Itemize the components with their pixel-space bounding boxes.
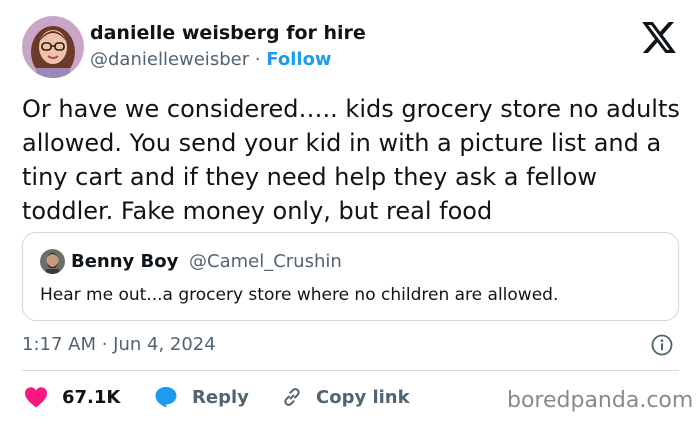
author-avatar-image [22, 16, 84, 78]
author-handle-line: @danielleweisber · Follow [90, 49, 332, 70]
reply-button[interactable]: Reply [154, 382, 249, 412]
follow-button[interactable]: Follow [266, 49, 331, 70]
heart-icon [24, 386, 48, 408]
speech-bubble-icon [154, 385, 178, 409]
tweet-card: danielle weisberg for hire @danielleweis… [0, 0, 700, 424]
tweet-text: Or have we considered….. kids grocery st… [22, 95, 680, 225]
info-icon[interactable] [651, 334, 673, 356]
link-icon [280, 385, 304, 409]
quoted-author-handle[interactable]: @Camel_Crushin [189, 251, 342, 272]
quoted-author-avatar[interactable] [40, 249, 65, 274]
quoted-author-avatar-image [40, 249, 65, 274]
author-handle[interactable]: @danielleweisber [90, 49, 249, 70]
quoted-tweet[interactable]: Benny Boy @Camel_Crushin Hear me out...a… [22, 232, 679, 321]
divider [22, 370, 679, 371]
watermark: boredpanda.com [507, 388, 694, 413]
copy-link-button[interactable]: Copy link [280, 382, 410, 412]
like-button[interactable]: 67.1K [24, 382, 120, 412]
handle-separator: · [254, 49, 261, 70]
tweet-timestamp[interactable]: 1:17 AM · Jun 4, 2024 [22, 334, 216, 355]
author-display-name[interactable]: danielle weisberg for hire [90, 22, 366, 44]
author-avatar[interactable] [22, 16, 84, 78]
reply-label: Reply [192, 386, 249, 408]
copy-link-label: Copy link [316, 386, 410, 408]
quoted-tweet-text: Hear me out...a grocery store where no c… [40, 285, 559, 305]
quoted-author-name[interactable]: Benny Boy [71, 251, 178, 272]
x-logo-icon[interactable] [642, 22, 676, 53]
like-count: 67.1K [62, 386, 121, 408]
